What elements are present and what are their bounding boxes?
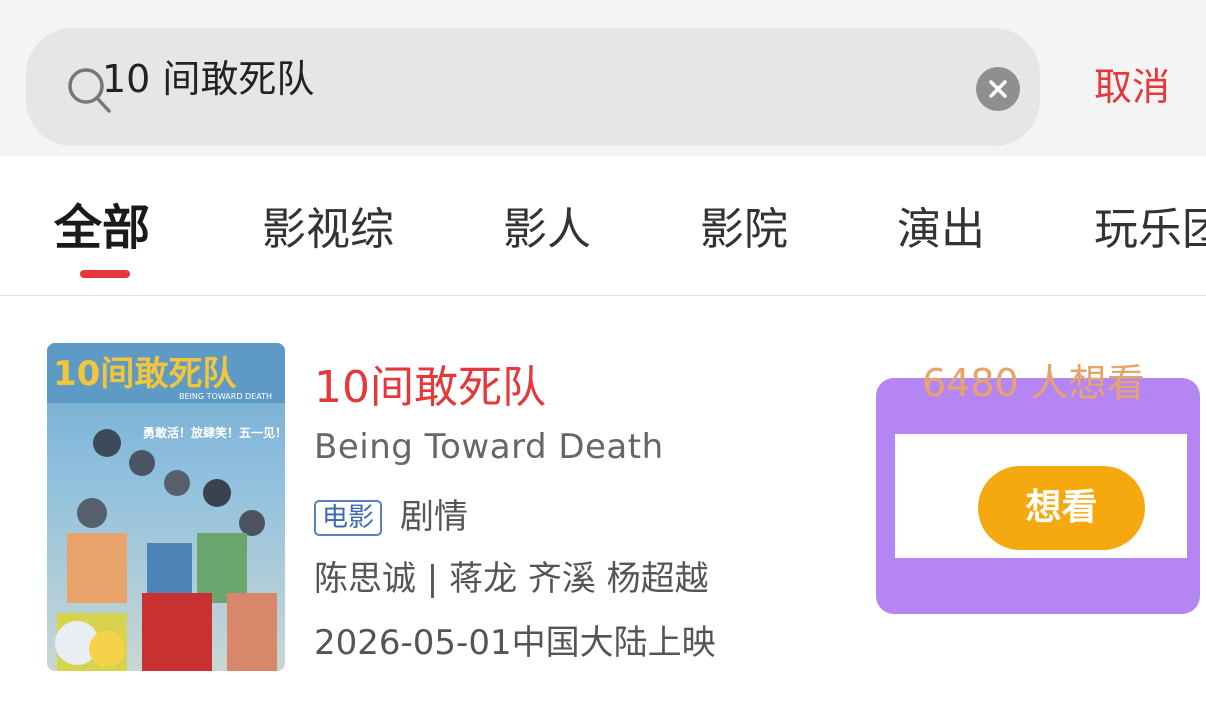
poster-subtitle: BEING TOWARD DEATH (179, 392, 272, 401)
cancel-button[interactable]: 取消 (1094, 68, 1170, 106)
tab-all[interactable]: 全部 (54, 204, 150, 252)
want-count: 6480 人想看 (922, 361, 1145, 405)
release-date: 2026-05-01中国大陆上映 (314, 623, 716, 663)
tab-film-tv[interactable]: 影视综 (262, 208, 394, 252)
want-to-watch-button[interactable]: 想看 (978, 466, 1145, 550)
tab-cinema[interactable]: 影院 (700, 208, 788, 252)
active-tab-indicator (80, 270, 130, 278)
category-tabs: 全部 影视综 影人 影院 演出 玩乐团 (0, 156, 1206, 296)
tab-performance[interactable]: 演出 (897, 208, 985, 252)
movie-genre: 剧情 (400, 497, 468, 537)
poster-artwork: 10间敢死队 BEING TOWARD DEATH 勇敢活！放肆笑！五一见！ (47, 343, 285, 671)
movie-poster[interactable]: 10间敢死队 BEING TOWARD DEATH 勇敢活！放肆笑！五一见！ (47, 343, 285, 671)
search-input[interactable]: 10 间敢死队 (26, 28, 1040, 146)
poster-title: 10间敢死队 (53, 354, 237, 394)
movie-english-title: Being Toward Death (314, 427, 664, 467)
search-query-text: 10 间敢死队 (102, 57, 315, 101)
tab-people[interactable]: 影人 (503, 208, 591, 252)
search-header: 10 间敢死队 取消 (0, 0, 1206, 156)
clear-search-icon[interactable] (976, 67, 1020, 111)
tab-play-group[interactable]: 玩乐团 (1094, 208, 1206, 252)
poster-slogan: 勇敢活！放肆笑！五一见！ (143, 425, 285, 440)
type-badge: 电影 (314, 500, 383, 536)
movie-title[interactable]: 10间敢死队 (314, 366, 546, 410)
movie-cast: 陈思诚 | 蒋龙 齐溪 杨超越 (314, 559, 709, 599)
